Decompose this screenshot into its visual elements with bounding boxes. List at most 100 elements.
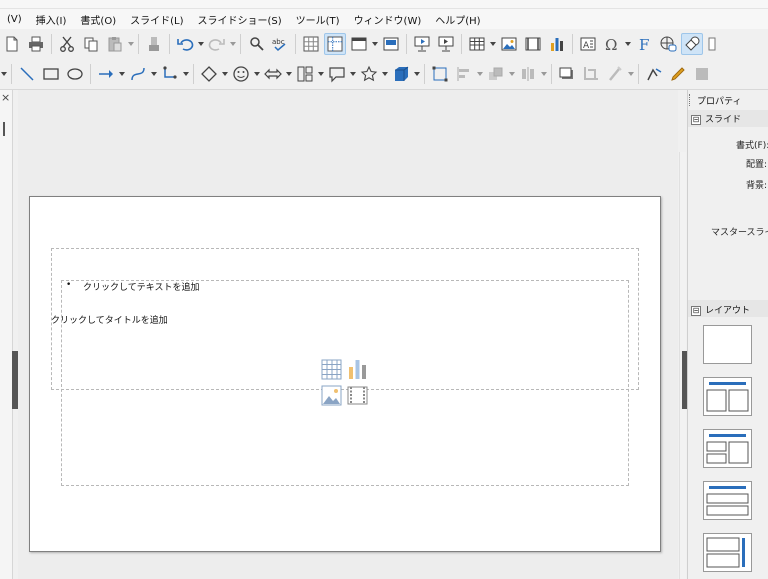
insert-video-icon[interactable] (522, 33, 544, 55)
pen-icon[interactable] (667, 63, 689, 85)
title-placeholder-text[interactable]: クリックしてタイトルを追加 (51, 313, 168, 326)
slideshow-current-icon[interactable] (435, 33, 457, 55)
filter-icon[interactable] (604, 63, 626, 85)
window-title-strip (0, 0, 768, 9)
drawing-toolbar-handle-icon[interactable] (0, 63, 8, 85)
block-arrows-icon[interactable] (262, 63, 284, 85)
undo-dropdown-icon[interactable] (197, 33, 205, 55)
distribute-icon[interactable] (517, 63, 539, 85)
close-pane-button[interactable]: × (1, 92, 11, 104)
spelling-icon[interactable]: abc (269, 33, 291, 55)
find-replace-icon[interactable] (245, 33, 267, 55)
content-placeholder-text[interactable]: クリックしてテキストを追加 (83, 280, 199, 293)
cut-icon[interactable] (56, 33, 78, 55)
insert-chart-icon[interactable] (546, 33, 568, 55)
insert-image-icon[interactable] (498, 33, 520, 55)
helplines-icon[interactable] (324, 33, 346, 55)
sidebar-grip[interactable] (689, 94, 692, 106)
3d-objects-icon[interactable] (390, 63, 412, 85)
display-grid-icon[interactable] (300, 33, 322, 55)
paste-dropdown-icon[interactable] (127, 33, 135, 55)
redo-dropdown-icon[interactable] (229, 33, 237, 55)
slide-pane-collapsed (0, 90, 13, 579)
callout-dropdown-icon[interactable] (349, 63, 357, 85)
redo-icon[interactable] (206, 33, 228, 55)
curve-icon[interactable] (127, 63, 149, 85)
line-icon[interactable] (16, 63, 38, 85)
slide-section-header[interactable]: ⊟ スライド (691, 112, 741, 125)
menu-slide[interactable]: スライド(L) (123, 12, 190, 27)
block-arrows-dropdown-icon[interactable] (285, 63, 293, 85)
insert-chart-placeholder-icon[interactable] (347, 359, 368, 380)
menu-view[interactable]: (V) (0, 14, 29, 25)
slide-layout-icon[interactable] (348, 33, 370, 55)
slide-pane-grip[interactable] (3, 122, 5, 136)
line-arrow-icon[interactable] (95, 63, 117, 85)
distribute-dropdown-icon[interactable] (540, 63, 548, 85)
clone-formatting-icon[interactable] (143, 33, 165, 55)
hyperlink-icon[interactable] (657, 33, 679, 55)
crop-icon[interactable] (580, 63, 602, 85)
show-draw-functions-icon[interactable] (681, 33, 703, 55)
layout-blank[interactable] (703, 325, 752, 364)
connector-icon[interactable] (159, 63, 181, 85)
flowchart-dropdown-icon[interactable] (317, 63, 325, 85)
special-character-dropdown-icon[interactable] (624, 33, 632, 55)
arrange-dropdown-icon[interactable] (508, 63, 516, 85)
arrange-icon[interactable] (485, 63, 507, 85)
menu-slideshow[interactable]: スライドショー(S) (190, 12, 288, 27)
connector-dropdown-icon[interactable] (182, 63, 190, 85)
symbol-shapes-icon[interactable] (230, 63, 252, 85)
start-slideshow-icon[interactable] (411, 33, 433, 55)
special-character-icon[interactable]: Ω (601, 33, 623, 55)
svg-text:abc: abc (272, 38, 285, 46)
star-dropdown-icon[interactable] (381, 63, 389, 85)
3d-objects-dropdown-icon[interactable] (413, 63, 421, 85)
insert-table-dropdown-icon[interactable] (489, 33, 497, 55)
rectangle-icon[interactable] (40, 63, 62, 85)
transformations-icon[interactable] (643, 63, 665, 85)
shadow-icon[interactable] (556, 63, 578, 85)
align-objects-dropdown-icon[interactable] (476, 63, 484, 85)
menu-insert[interactable]: 挿入(I) (29, 12, 74, 27)
layout-title-two-content[interactable] (703, 377, 752, 416)
layout-vertical-title[interactable] (703, 533, 752, 572)
master-slide-icon[interactable] (380, 33, 402, 55)
points-icon[interactable] (429, 63, 451, 85)
layout-title-two-rows[interactable] (703, 481, 752, 520)
new-document-icon[interactable] (1, 33, 23, 55)
insert-table-placeholder-icon[interactable] (321, 359, 342, 380)
ellipse-icon[interactable] (64, 63, 86, 85)
insert-image-placeholder-icon[interactable] (321, 385, 342, 406)
insert-video-placeholder-icon[interactable] (347, 385, 368, 406)
copy-icon[interactable] (80, 33, 102, 55)
toggle-extrusion-icon[interactable] (691, 63, 713, 85)
callout-icon[interactable] (326, 63, 348, 85)
flowchart-icon[interactable] (294, 63, 316, 85)
menu-format[interactable]: 書式(O) (73, 12, 123, 27)
menu-help[interactable]: ヘルプ(H) (428, 12, 487, 27)
insert-table-icon[interactable] (466, 33, 488, 55)
curve-dropdown-icon[interactable] (150, 63, 158, 85)
menu-window[interactable]: ウィンドウ(W) (347, 12, 429, 27)
menu-tools[interactable]: ツール(T) (289, 12, 347, 27)
star-icon[interactable] (358, 63, 380, 85)
layout-section-header[interactable]: ⊟ レイアウト (691, 303, 750, 316)
symbol-shapes-dropdown-icon[interactable] (253, 63, 261, 85)
filter-dropdown-icon[interactable] (627, 63, 635, 85)
toolbar-overflow-icon[interactable] (705, 33, 727, 55)
format-label: 書式(F): (736, 141, 768, 151)
insert-textbox-icon[interactable]: A (577, 33, 599, 55)
print-icon[interactable] (25, 33, 47, 55)
paste-icon[interactable] (104, 33, 126, 55)
content-placeholder[interactable] (61, 280, 629, 486)
layout-title-content-and-two[interactable] (703, 429, 752, 468)
slide-layout-dropdown-icon[interactable] (371, 33, 379, 55)
basic-shapes-dropdown-icon[interactable] (221, 63, 229, 85)
undo-icon[interactable] (174, 33, 196, 55)
align-objects-icon[interactable] (453, 63, 475, 85)
basic-shapes-icon[interactable] (198, 63, 220, 85)
fontwork-icon[interactable]: F (633, 33, 655, 55)
show-slide-pane-handle[interactable] (12, 351, 18, 409)
line-arrow-dropdown-icon[interactable] (118, 63, 126, 85)
